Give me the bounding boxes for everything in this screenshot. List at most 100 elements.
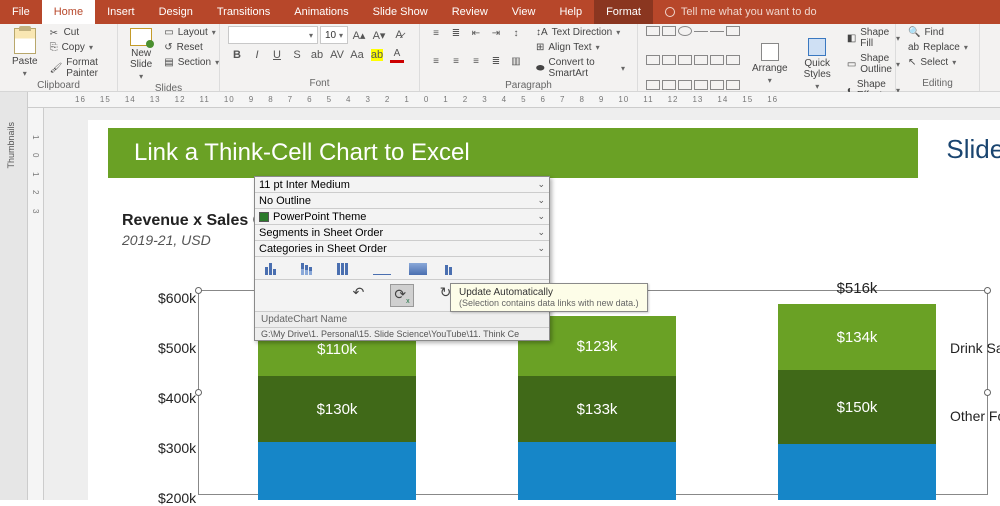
fill-icon: ◧ xyxy=(847,33,856,44)
thumbnails-panel[interactable]: Thumbnails xyxy=(0,92,28,500)
tab-slideshow[interactable]: Slide Show xyxy=(361,0,440,24)
brush-icon xyxy=(50,63,63,74)
align-right-button[interactable]: ≡ xyxy=(468,54,484,68)
cut-button[interactable]: Cut xyxy=(46,26,109,39)
bar-2019[interactable]: $480k $110k $130k xyxy=(258,322,416,500)
shrink-font-button[interactable]: A▾ xyxy=(370,26,388,44)
select-button[interactable]: ↖Select▾ xyxy=(904,56,971,69)
highlight-button[interactable]: ab xyxy=(368,46,386,64)
columns-button[interactable]: ▥ xyxy=(508,54,524,68)
numbering-button[interactable]: ≣ xyxy=(448,26,464,40)
slide[interactable]: Link a Think-Cell Chart to Excel Slide S… xyxy=(88,120,1000,500)
tc-outline-row[interactable]: No Outline⌄ xyxy=(255,193,549,209)
shapes-gallery[interactable] xyxy=(646,26,740,102)
line-spacing-button[interactable]: ↕ xyxy=(508,26,524,40)
smartart-icon: ⬬ xyxy=(536,63,545,74)
tab-help[interactable]: Help xyxy=(547,0,594,24)
strike-button[interactable]: S xyxy=(288,46,306,64)
indent-more-button[interactable]: ⇥ xyxy=(488,26,504,40)
font-color-button[interactable]: A xyxy=(388,46,406,64)
spacing-button[interactable]: AV xyxy=(328,46,346,64)
shape-outline-button[interactable]: ▭Shape Outline▾ xyxy=(843,52,904,76)
thumbnails-label: Thumbnails xyxy=(6,122,16,169)
thinkcell-panel: 11 pt Inter Medium⌄ No Outline⌄ PowerPoi… xyxy=(254,176,550,341)
tab-animations[interactable]: Animations xyxy=(282,0,360,24)
section-button[interactable]: ▤Section▾ xyxy=(160,56,223,69)
replace-button[interactable]: abReplace▾ xyxy=(904,41,971,54)
paste-button[interactable]: Paste ▾ xyxy=(8,26,42,80)
update-auto-button[interactable]: ⟳x xyxy=(390,284,413,307)
chevron-down-icon: ⌄ xyxy=(537,243,545,254)
bar-2020[interactable]: $492k $123k $133k xyxy=(518,316,676,500)
group-slides: New Slide ▾ ▭Layout▾ ↺Reset ▤Section▾ Sl… xyxy=(118,24,220,91)
tc-theme-row[interactable]: PowerPoint Theme⌄ xyxy=(255,209,549,225)
reset-button[interactable]: ↺Reset xyxy=(160,41,223,54)
cursor-icon: ↖ xyxy=(908,57,916,68)
tab-file[interactable]: File xyxy=(0,0,42,24)
series-label-drink: Drink Sales xyxy=(950,340,1000,356)
align-center-button[interactable]: ≡ xyxy=(448,54,464,68)
align-text-button[interactable]: ⊞Align Text▾ xyxy=(532,41,629,54)
smartart-button[interactable]: ⬬Convert to SmartArt▾ xyxy=(532,56,629,80)
clear-format-button[interactable]: A̷ xyxy=(390,26,408,44)
tab-view[interactable]: View xyxy=(500,0,548,24)
stacked-bar-chart[interactable]: $600k $500k $400k $300k $200k $480k $110… xyxy=(118,280,1000,500)
seg-blue xyxy=(258,442,416,500)
indent-less-button[interactable]: ⇤ xyxy=(468,26,484,40)
tab-format[interactable]: Format xyxy=(594,0,653,24)
align-left-button[interactable]: ≡ xyxy=(428,54,444,68)
chart-subtitle: 2019-21, USD xyxy=(122,232,211,248)
grow-font-button[interactable]: A▴ xyxy=(350,26,368,44)
tab-transitions[interactable]: Transitions xyxy=(205,0,282,24)
tc-segments-row[interactable]: Segments in Sheet Order⌄ xyxy=(255,225,549,241)
text-direction-button[interactable]: ↕AText Direction▾ xyxy=(532,26,629,39)
quick-styles-button[interactable]: Quick Styles▾ xyxy=(800,26,835,102)
tc-categories-row[interactable]: Categories in Sheet Order⌄ xyxy=(255,241,549,257)
undo-icon[interactable]: ↶ xyxy=(353,284,365,307)
find-button[interactable]: 🔍Find xyxy=(904,26,971,39)
tell-me-search[interactable]: Tell me what you want to do xyxy=(653,0,829,24)
tc-chart-type-row xyxy=(255,257,549,280)
arrange-button[interactable]: Arrange▾ xyxy=(748,26,792,102)
tooltip-desc: (Selection contains data links with new … xyxy=(459,298,639,308)
theme-swatch-icon xyxy=(259,212,269,222)
tab-insert[interactable]: Insert xyxy=(95,0,147,24)
case-button[interactable]: Aa xyxy=(348,46,366,64)
underline-button[interactable]: U xyxy=(268,46,286,64)
combo-chart-icon[interactable] xyxy=(445,261,463,275)
line-chart-icon[interactable] xyxy=(373,261,391,275)
new-slide-icon xyxy=(130,28,152,46)
format-painter-button[interactable]: Format Painter xyxy=(46,56,109,80)
tell-me-label: Tell me what you want to do xyxy=(681,6,817,18)
tc-name-row[interactable]: UpdateChart Name xyxy=(255,312,549,328)
italic-button[interactable]: I xyxy=(248,46,266,64)
reset-icon: ↺ xyxy=(164,42,172,53)
justify-button[interactable]: ≣ xyxy=(488,54,504,68)
bold-button[interactable]: B xyxy=(228,46,246,64)
paste-icon xyxy=(14,28,36,54)
clustered-bar-icon[interactable] xyxy=(265,261,283,275)
bar-2021[interactable]: $516k $134k $150k xyxy=(778,304,936,500)
bullets-button[interactable]: ≡ xyxy=(428,26,444,40)
shape-fill-button[interactable]: ◧Shape Fill▾ xyxy=(843,26,904,50)
search-icon: 🔍 xyxy=(908,27,920,38)
seg-blue xyxy=(778,444,936,500)
shadow-button[interactable]: ab xyxy=(308,46,326,64)
tc-font-row[interactable]: 11 pt Inter Medium⌄ xyxy=(255,177,549,193)
group-font: ▾ 10▾ A▴ A▾ A̷ B I U S ab AV Aa ab A Fon… xyxy=(220,24,420,91)
tab-review[interactable]: Review xyxy=(440,0,500,24)
100-stacked-icon[interactable] xyxy=(337,261,355,275)
group-clipboard: Paste ▾ Cut Copy▾ Format Painter Clipboa… xyxy=(0,24,118,91)
y-tick: $600k xyxy=(158,290,196,306)
outline-icon: ▭ xyxy=(847,59,856,70)
layout-button[interactable]: ▭Layout▾ xyxy=(160,26,223,39)
copy-button[interactable]: Copy▾ xyxy=(46,41,109,54)
stacked-bar-icon[interactable] xyxy=(301,261,319,275)
font-name-combo[interactable]: ▾ xyxy=(228,26,318,44)
tab-home[interactable]: Home xyxy=(42,0,95,24)
new-slide-button[interactable]: New Slide ▾ xyxy=(126,26,156,83)
font-size-combo[interactable]: 10▾ xyxy=(320,26,348,44)
area-chart-icon[interactable] xyxy=(409,261,427,275)
slide-title-band[interactable]: Link a Think-Cell Chart to Excel xyxy=(108,128,918,178)
tab-design[interactable]: Design xyxy=(147,0,205,24)
